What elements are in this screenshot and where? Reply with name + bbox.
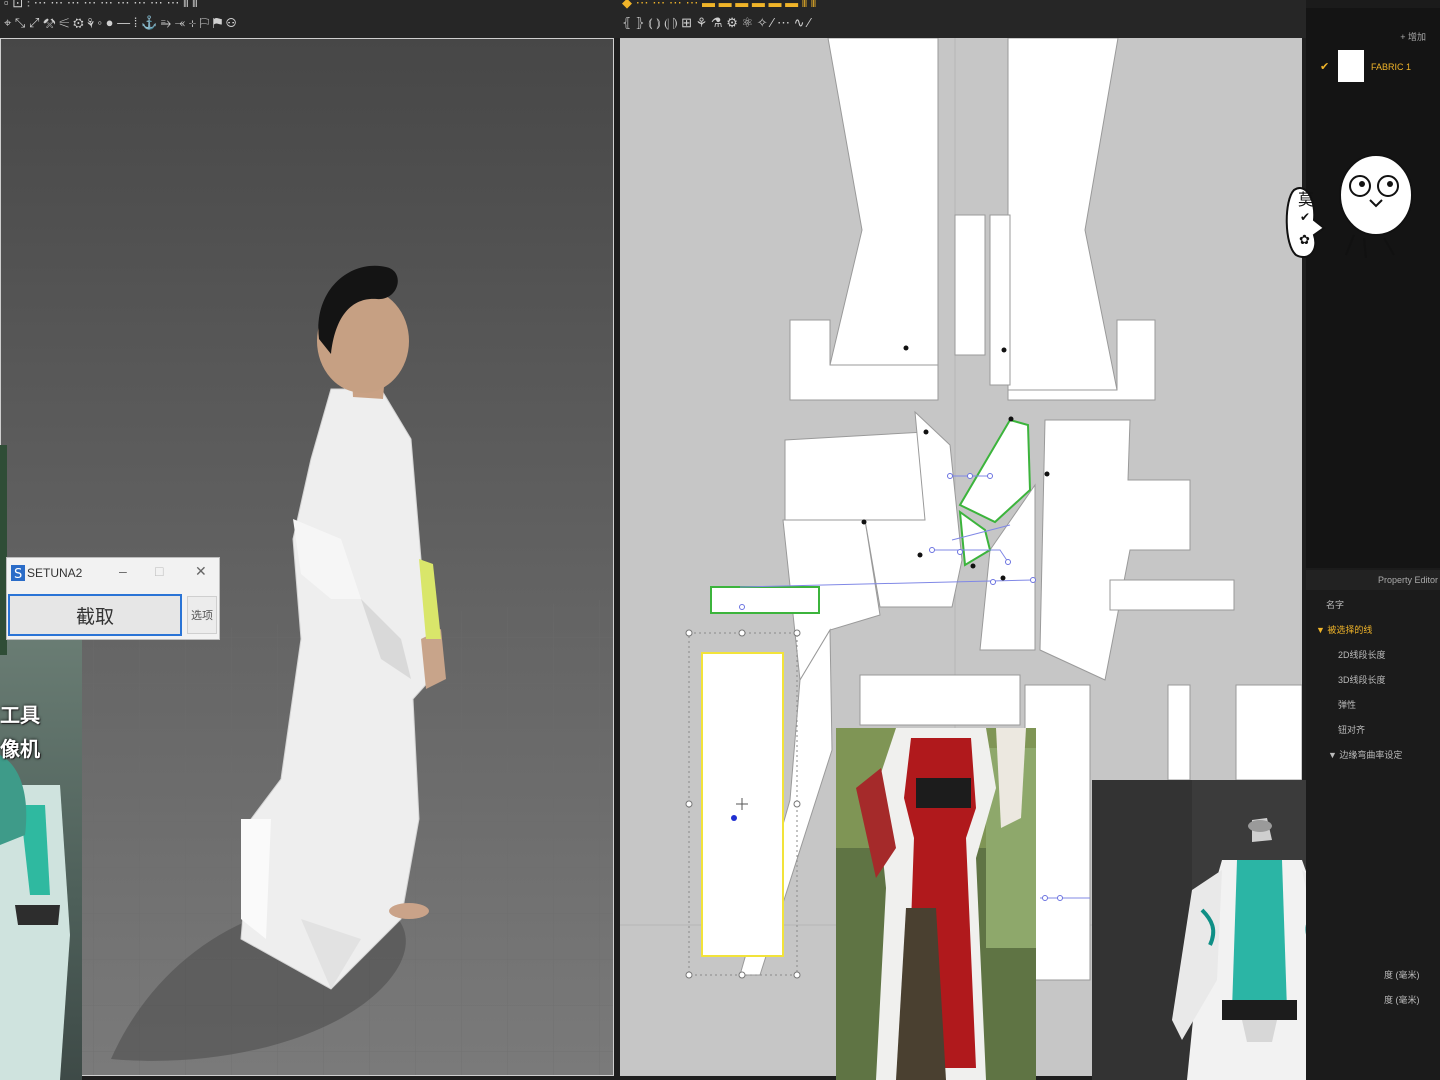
toolbar-2d: ◆ ⋯ ⋯ ⋯ ⋯ ▬ ▬ ▬ ▬ ▬ ▬ ⫴ ⫴ ⦃ ⦄ ⦅ ⦆ ⦇ ⦈ ⊞ …: [618, 0, 1306, 38]
toolbar-2d-row-1[interactable]: ◆ ⋯ ⋯ ⋯ ⋯ ▬ ▬ ▬ ▬ ▬ ▬ ⫴ ⫴: [618, 0, 1306, 10]
selected-pattern-piece-green-2[interactable]: [958, 509, 992, 567]
selected-belt-piece[interactable]: [710, 586, 820, 614]
property-2d-length[interactable]: 2D线段长度: [1338, 648, 1386, 661]
fabric-swatch[interactable]: [1338, 50, 1364, 82]
pattern-piece-sleeve-top[interactable]: [784, 431, 926, 521]
property-unit-1: 度 (毫米): [1384, 970, 1420, 980]
property-editor[interactable]: 名字 ▼ 被选择的线 2D线段长度 3D线段长度 弹性 钮对齐 ▼ 边缘弯曲率设…: [1306, 590, 1440, 1080]
fabric-name[interactable]: FABRIC 1: [1371, 62, 1411, 72]
options-button[interactable]: 选项: [187, 596, 217, 634]
overlay-text-tools: 工具: [0, 705, 40, 727]
pattern-piece-front-left[interactable]: [827, 38, 939, 366]
property-editor-header: Property Editor: [1306, 570, 1440, 590]
toolbar-2d-icons-row2[interactable]: ⦃ ⦄ ⦅ ⦆ ⦇ ⦈ ⊞ ⚘ ⚗ ⚙ ⚛ ✧ ⁄ ⋯ ∿ ⁄: [622, 16, 810, 30]
property-unit-2: 度 (毫米): [1384, 995, 1420, 1005]
property-selected-line[interactable]: ▼ 被选择的线: [1316, 623, 1372, 636]
reference-thumbnail-left: 工具 像机: [0, 635, 82, 1080]
sticker-text-2: ✔: [1300, 210, 1311, 224]
setuna-logo-icon: S: [11, 565, 25, 581]
setuna-title: SETUNA2: [27, 566, 83, 580]
toolbar-3d-icons-row2[interactable]: ⌖ ⤡ ⤢ ⚒ ⚟ ⚙ ⚘ ◦ ● — ⁞ ⚓ ⥱ ⤛ ⊹ ⚐ ⚑ ⚇: [4, 16, 236, 30]
pattern-piece-collar-right[interactable]: [989, 214, 1011, 386]
svg-text:S: S: [14, 567, 22, 581]
pattern-piece-skirt-top[interactable]: [859, 674, 1021, 726]
toolbar-3d-row-2[interactable]: ⌖ ⤡ ⤢ ⚒ ⚟ ⚙ ⚘ ◦ ● — ⁞ ⚓ ⥱ ⤛ ⊹ ⚐ ⚑ ⚇: [0, 16, 618, 30]
sticker-text-1: 莫: [1298, 190, 1315, 209]
toolbar-3d-row-1[interactable]: ▫ ⊡ ⫶ ⋯ ⋯ ⋯ ⋯ ⋯ ⋯ ⋯ ⋯ ⋯ ⫴ ⫴: [0, 0, 618, 10]
minimize-button[interactable]: –: [119, 563, 127, 579]
property-name[interactable]: 名字: [1326, 598, 1344, 611]
pattern-piece-belt[interactable]: [1109, 579, 1235, 611]
capture-button[interactable]: 截取: [8, 594, 182, 636]
setuna-window[interactable]: S SETUNA2 – □ ✕ 截取 选项: [6, 557, 220, 640]
pattern-piece-collar-left[interactable]: [954, 214, 986, 356]
piece-center-point: [731, 815, 737, 821]
property-edge-curvature[interactable]: ▼ 边缘弯曲率设定: [1328, 748, 1402, 761]
toolbar-2d-icons-row1[interactable]: ◆ ⋯ ⋯ ⋯ ⋯ ▬ ▬ ▬ ▬ ▬ ▬ ⫴ ⫴: [622, 0, 816, 10]
close-button[interactable]: ✕: [195, 563, 207, 580]
pattern-piece-front-right[interactable]: [1007, 38, 1119, 391]
reference-photo-image: [836, 728, 1036, 1080]
sticker-overlay: 莫 ✔ ✿: [1284, 150, 1424, 270]
object-browser[interactable]: + 增加 ✔ FABRIC 1: [1306, 8, 1440, 568]
property-3d-length[interactable]: 3D线段长度: [1338, 673, 1386, 686]
checkmark-icon[interactable]: ✔: [1320, 60, 1329, 73]
reference-photo: [836, 728, 1036, 1080]
maximize-button[interactable]: □: [155, 563, 163, 579]
pattern-piece-side[interactable]: [1235, 684, 1302, 781]
overlay-text-camera: 像机: [0, 739, 40, 761]
sticker-text-3: ✿: [1299, 232, 1310, 247]
pattern-piece-strap[interactable]: [1167, 684, 1191, 781]
property-elasticity[interactable]: 弹性: [1338, 698, 1356, 711]
pattern-piece-back-right[interactable]: [1039, 419, 1191, 681]
toolbar-3d: ▫ ⊡ ⫶ ⋯ ⋯ ⋯ ⋯ ⋯ ⋯ ⋯ ⋯ ⋯ ⫴ ⫴ ⌖ ⤡ ⤢ ⚒ ⚟ ⚙ …: [0, 0, 618, 38]
add-fabric-button[interactable]: + 增加: [1400, 30, 1426, 43]
toolbar-2d-row-2[interactable]: ⦃ ⦄ ⦅ ⦆ ⦇ ⦈ ⊞ ⚘ ⚗ ⚙ ⚛ ✧ ⁄ ⋯ ∿ ⁄: [618, 16, 1306, 30]
property-editor-title: Property Editor: [1377, 575, 1438, 585]
property-button-align[interactable]: 钮对齐: [1338, 723, 1365, 736]
avatar-foot: [389, 903, 429, 919]
toolbar-3d-icons-row1[interactable]: ▫ ⊡ ⫶ ⋯ ⋯ ⋯ ⋯ ⋯ ⋯ ⋯ ⋯ ⋯ ⫴ ⫴: [4, 0, 198, 10]
